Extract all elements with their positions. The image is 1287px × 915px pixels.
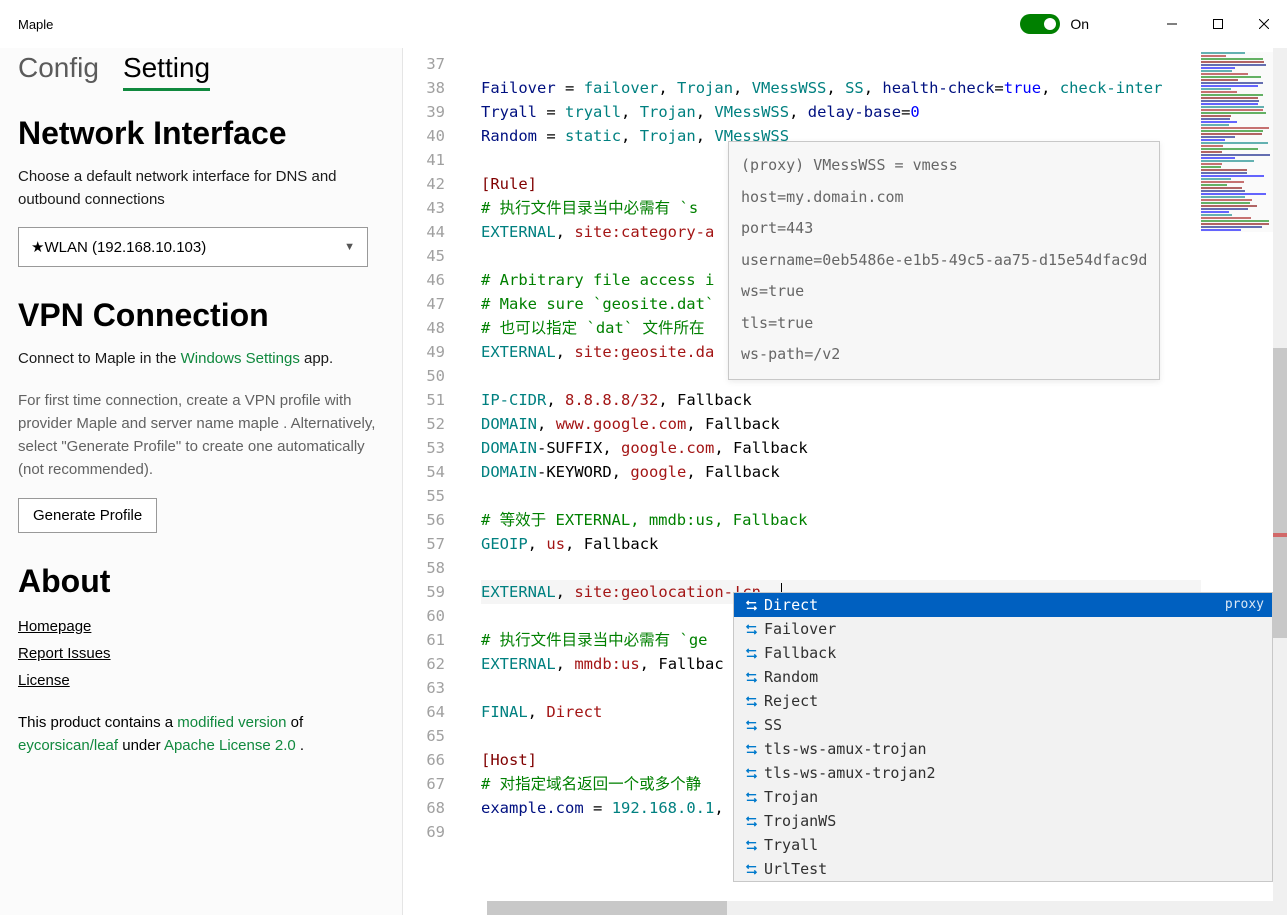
proxy-icon xyxy=(742,719,760,732)
hover-line: port=443 xyxy=(741,213,1147,245)
proxy-icon xyxy=(742,599,760,612)
scrollbar-horizontal-thumb[interactable] xyxy=(487,901,727,915)
homepage-link[interactable]: Homepage xyxy=(18,618,384,635)
windows-settings-link[interactable]: Windows Settings xyxy=(181,350,300,367)
chevron-down-icon: ▼ xyxy=(344,241,355,253)
network-desc: Choose a default network interface for D… xyxy=(18,166,384,211)
hover-line: ws-path=/v2 xyxy=(741,339,1147,371)
proxy-icon xyxy=(742,695,760,708)
about-credits: This product contains a modified version… xyxy=(18,711,384,758)
proxy-icon xyxy=(742,623,760,636)
completion-item[interactable]: Random xyxy=(734,665,1272,689)
hover-line: username=0eb5486e-e1b5-49c5-aa75-d15e54d… xyxy=(741,245,1147,277)
completion-item[interactable]: tls-ws-amux-trojan2 xyxy=(734,761,1272,785)
select-value: ★WLAN (192.168.10.103) xyxy=(31,238,206,256)
leaf-link[interactable]: eycorsican/leaf xyxy=(18,737,118,754)
vpn-desc-2: For first time connection, create a VPN … xyxy=(18,389,384,482)
proxy-icon xyxy=(742,791,760,804)
completion-item[interactable]: tls-ws-amux-trojan xyxy=(734,737,1272,761)
maximize-button[interactable] xyxy=(1195,8,1241,40)
vpn-toggle-wrap: On xyxy=(1020,14,1089,34)
apache-license-link[interactable]: Apache License 2.0 xyxy=(164,737,296,754)
toggle-knob xyxy=(1044,18,1056,30)
proxy-icon xyxy=(742,671,760,684)
scrollbar-vertical[interactable] xyxy=(1273,48,1287,915)
license-link[interactable]: License xyxy=(18,672,384,689)
hover-line: ws=true xyxy=(741,276,1147,308)
section-vpn-heading: VPN Connection xyxy=(18,297,384,334)
completion-item[interactable]: Directproxy xyxy=(734,593,1272,617)
completion-item[interactable]: Fallback xyxy=(734,641,1272,665)
network-interface-select[interactable]: ★WLAN (192.168.10.103) ▼ xyxy=(18,227,368,267)
proxy-icon xyxy=(742,815,760,828)
vpn-toggle[interactable] xyxy=(1020,14,1060,34)
minimap[interactable] xyxy=(1201,52,1273,232)
section-network-heading: Network Interface xyxy=(18,115,384,152)
generate-profile-button[interactable]: Generate Profile xyxy=(18,498,157,533)
tab-config[interactable]: Config xyxy=(18,52,99,91)
proxy-icon xyxy=(742,839,760,852)
tabs: Config Setting xyxy=(18,52,384,91)
report-issues-link[interactable]: Report Issues xyxy=(18,645,384,662)
proxy-icon xyxy=(742,743,760,756)
completion-item[interactable]: UrlTest xyxy=(734,857,1272,881)
proxy-icon xyxy=(742,647,760,660)
scrollbar-vertical-thumb[interactable] xyxy=(1273,348,1287,638)
titlebar-controls: On xyxy=(1020,8,1287,40)
main: Config Setting Network Interface Choose … xyxy=(0,48,1287,915)
hover-tooltip: (proxy) VMessWSS = vmess host=my.domain.… xyxy=(728,141,1160,380)
minimize-button[interactable] xyxy=(1149,8,1195,40)
modified-version-link[interactable]: modified version xyxy=(177,714,286,731)
code-editor[interactable]: 3738394041424344454647484950515253545556… xyxy=(403,48,1287,915)
completion-item[interactable]: Failover xyxy=(734,617,1272,641)
section-about-heading: About xyxy=(18,563,384,600)
vpn-desc-1: Connect to Maple in the Windows Settings… xyxy=(18,348,384,371)
completion-popup[interactable]: DirectproxyFailoverFallbackRandomRejectS… xyxy=(733,592,1273,882)
line-gutter: 3738394041424344454647484950515253545556… xyxy=(403,48,461,844)
scroll-marker xyxy=(1273,533,1287,537)
completion-item[interactable]: TrojanWS xyxy=(734,809,1272,833)
proxy-icon xyxy=(742,863,760,876)
completion-item[interactable]: Tryall xyxy=(734,833,1272,857)
toggle-label: On xyxy=(1070,16,1089,32)
sidebar: Config Setting Network Interface Choose … xyxy=(0,48,403,915)
close-button[interactable] xyxy=(1241,8,1287,40)
window-title: Maple xyxy=(18,17,53,32)
proxy-icon xyxy=(742,767,760,780)
titlebar: Maple On xyxy=(0,0,1287,48)
hover-line: tls=true xyxy=(741,308,1147,340)
scrollbar-horizontal[interactable] xyxy=(487,901,1273,915)
tab-setting[interactable]: Setting xyxy=(123,52,210,91)
completion-item[interactable]: SS xyxy=(734,713,1272,737)
hover-line: (proxy) VMessWSS = vmess xyxy=(741,150,1147,182)
completion-item[interactable]: Reject xyxy=(734,689,1272,713)
hover-line: host=my.domain.com xyxy=(741,182,1147,214)
completion-item[interactable]: Trojan xyxy=(734,785,1272,809)
